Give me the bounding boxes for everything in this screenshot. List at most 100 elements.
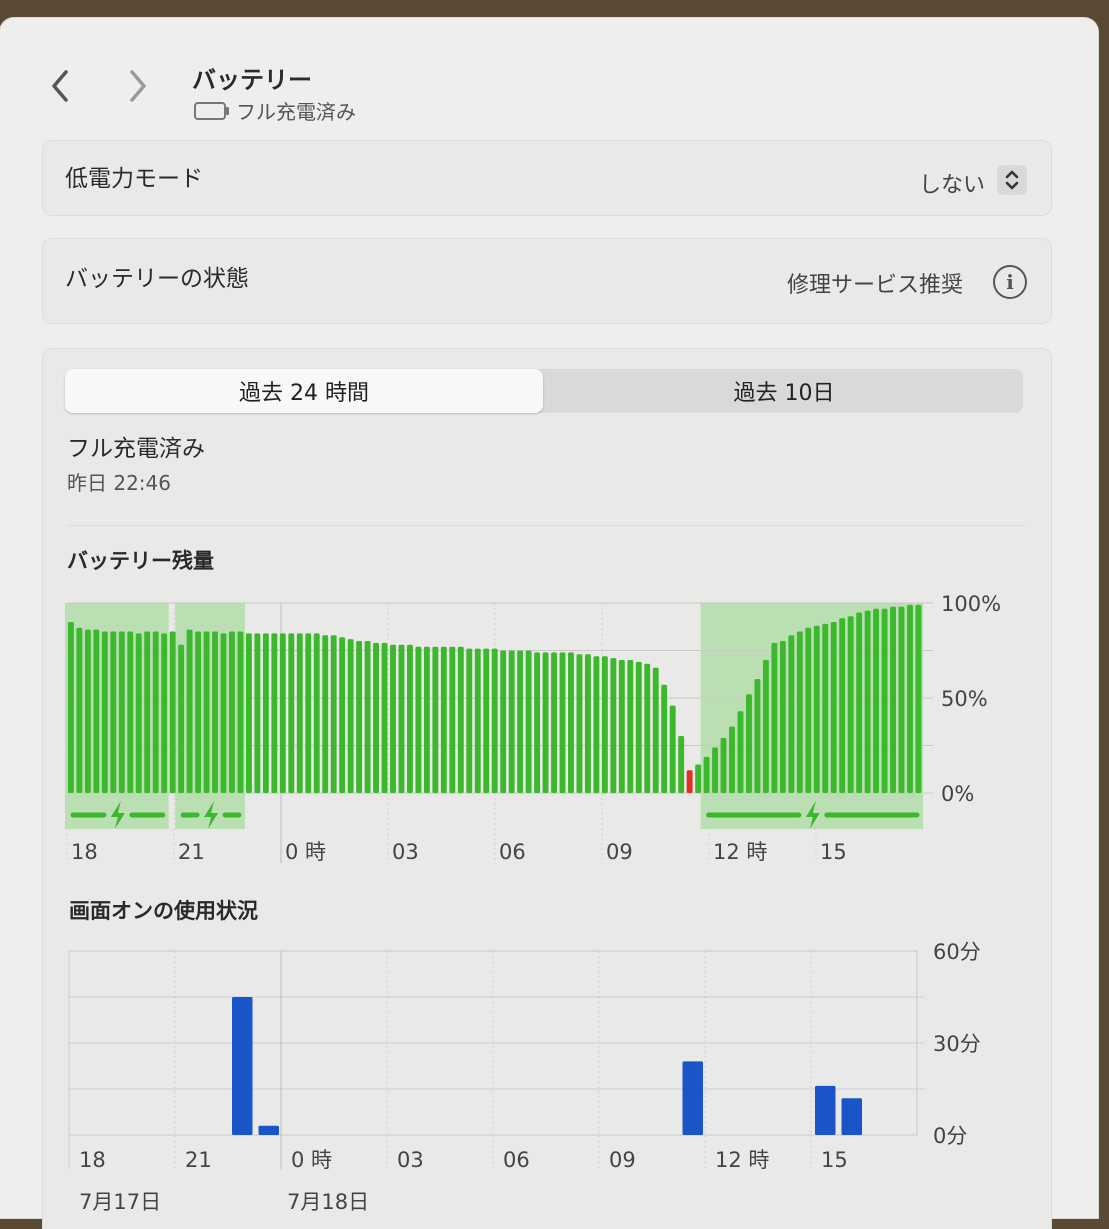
battery-level-bar bbox=[500, 650, 507, 793]
tab-last-10-days[interactable]: 過去 10日 bbox=[545, 369, 1023, 413]
battery-level-bar bbox=[313, 633, 320, 793]
last-charged-title: フル充電済み bbox=[67, 436, 205, 462]
battery-level-bar bbox=[474, 648, 481, 793]
battery-x-tick-label: 15 bbox=[820, 840, 847, 864]
battery-level-bar bbox=[229, 631, 235, 793]
battery-level-bar bbox=[127, 631, 134, 793]
battery-level-bar bbox=[559, 652, 566, 793]
battery-level-bar bbox=[203, 631, 210, 793]
usage-x-tick-label: 0 時 bbox=[291, 1148, 332, 1172]
battery-level-bar bbox=[669, 705, 676, 793]
battery-level-bar bbox=[678, 736, 685, 793]
battery-level-bar bbox=[161, 633, 168, 793]
battery-level-bar bbox=[432, 646, 439, 793]
battery-settings-window: バッテリー フル充電済み 低電力モード しない バッテリーの状態 修理サービス推… bbox=[0, 18, 1098, 1229]
usage-date-label: 7月17日 bbox=[79, 1190, 161, 1214]
battery-level-bar bbox=[610, 658, 617, 793]
page-subtitle: フル充電済み bbox=[194, 96, 356, 125]
battery-level-bar bbox=[101, 631, 108, 793]
battery-level-bar bbox=[144, 631, 151, 793]
battery-health-value: 修理サービス推奨 bbox=[786, 273, 963, 298]
battery-level-bar bbox=[627, 660, 634, 793]
battery-level-bar bbox=[457, 646, 464, 793]
battery-level-bar bbox=[534, 652, 541, 793]
battery-level-bar bbox=[508, 650, 515, 793]
battery-level-bar bbox=[118, 631, 125, 793]
battery-level-bar bbox=[178, 644, 185, 793]
divider bbox=[67, 525, 1027, 526]
battery-level-bar bbox=[423, 646, 430, 793]
usage-x-tick-label: 15 bbox=[821, 1148, 848, 1172]
battery-level-bar bbox=[720, 737, 727, 793]
battery-level-bar bbox=[830, 622, 837, 793]
time-range-segmented-control: 過去 24 時間 過去 10日 bbox=[65, 369, 1023, 413]
battery-level-bar bbox=[822, 623, 829, 793]
screen-usage-bar bbox=[258, 1125, 279, 1135]
battery-level-bar bbox=[347, 639, 354, 793]
battery-level-bar bbox=[110, 631, 117, 793]
battery-level-bar bbox=[712, 747, 718, 793]
last-charged-time: 昨日 22:46 bbox=[67, 471, 171, 495]
battery-level-bar bbox=[907, 604, 913, 793]
battery-level-bar bbox=[152, 631, 159, 793]
low-power-mode-row: 低電力モード しない bbox=[42, 140, 1052, 216]
screen-usage-bar bbox=[841, 1098, 862, 1135]
battery-level-bar bbox=[135, 633, 142, 793]
usage-y-tick-label: 0分 bbox=[933, 1124, 967, 1148]
battery-level-bar bbox=[915, 604, 922, 793]
low-power-mode-stepper[interactable] bbox=[997, 165, 1027, 195]
battery-level-bar bbox=[729, 726, 735, 793]
battery-level-bar bbox=[839, 618, 846, 793]
battery-level-bar bbox=[593, 656, 600, 793]
forward-button[interactable] bbox=[118, 66, 158, 106]
battery-level-bar bbox=[796, 631, 803, 793]
screen-usage-chart: 60分 30分 0分 18 21 0 時 03 06 09 12 時 15 7月17日 7月18日 bbox=[68, 940, 981, 1214]
screen-usage-bar bbox=[815, 1085, 836, 1135]
battery-health-label: バッテリーの状態 bbox=[65, 266, 249, 292]
charge-status-text: フル充電済み bbox=[236, 100, 356, 124]
battery-y-tick-label: 100% bbox=[941, 592, 1001, 616]
battery-level-bar bbox=[644, 663, 651, 793]
battery-level-bar bbox=[415, 646, 422, 793]
battery-level-bar bbox=[271, 633, 278, 793]
battery-level-bar bbox=[847, 616, 854, 793]
battery-level-bar bbox=[186, 629, 193, 793]
screen-usage-bar bbox=[232, 997, 253, 1135]
usage-y-tick-label: 30分 bbox=[933, 1032, 981, 1056]
battery-level-bar bbox=[517, 650, 524, 793]
usage-x-tick-label: 21 bbox=[185, 1148, 212, 1172]
usage-date-label: 7月18日 bbox=[287, 1190, 369, 1214]
battery-level-bar bbox=[212, 631, 218, 793]
battery-y-tick-label: 50% bbox=[941, 687, 988, 711]
battery-x-tick-label: 03 bbox=[392, 840, 419, 864]
battery-level-bar bbox=[601, 656, 608, 793]
back-button[interactable] bbox=[40, 66, 80, 106]
info-icon[interactable]: i bbox=[993, 265, 1027, 299]
battery-level-bar bbox=[635, 661, 642, 793]
battery-level-bar bbox=[873, 608, 880, 793]
low-power-mode-value[interactable]: しない bbox=[919, 167, 985, 199]
battery-level-bar bbox=[220, 633, 227, 793]
battery-level-bar bbox=[568, 652, 574, 793]
battery-level-bar bbox=[779, 641, 786, 793]
battery-level-bar bbox=[754, 679, 761, 793]
battery-level-bar bbox=[279, 633, 286, 793]
battery-level-bar bbox=[856, 612, 863, 793]
battery-level-bar bbox=[195, 631, 202, 793]
battery-level-bar bbox=[254, 633, 261, 793]
usage-x-tick-label: 03 bbox=[397, 1148, 424, 1172]
tab-last-24-hours[interactable]: 過去 24 時間 bbox=[65, 369, 543, 413]
battery-level-bar bbox=[356, 641, 363, 793]
battery-level-bar bbox=[407, 644, 413, 793]
battery-level-bar bbox=[237, 631, 244, 793]
battery-level-bar bbox=[339, 637, 346, 793]
up-down-chevron-icon bbox=[1005, 170, 1019, 190]
battery-level-bar bbox=[262, 633, 269, 793]
battery-level-bar bbox=[737, 711, 744, 793]
battery-level-bar bbox=[881, 608, 888, 793]
battery-level-chart: 100% 50% 0% 18 21 0 時 03 06 09 12 時 15 bbox=[65, 592, 1001, 864]
usage-x-tick-label: 12 時 bbox=[715, 1148, 769, 1172]
battery-level-bar bbox=[483, 648, 490, 793]
battery-level-bar bbox=[330, 635, 337, 793]
low-power-mode-label: 低電力モード bbox=[65, 166, 203, 192]
